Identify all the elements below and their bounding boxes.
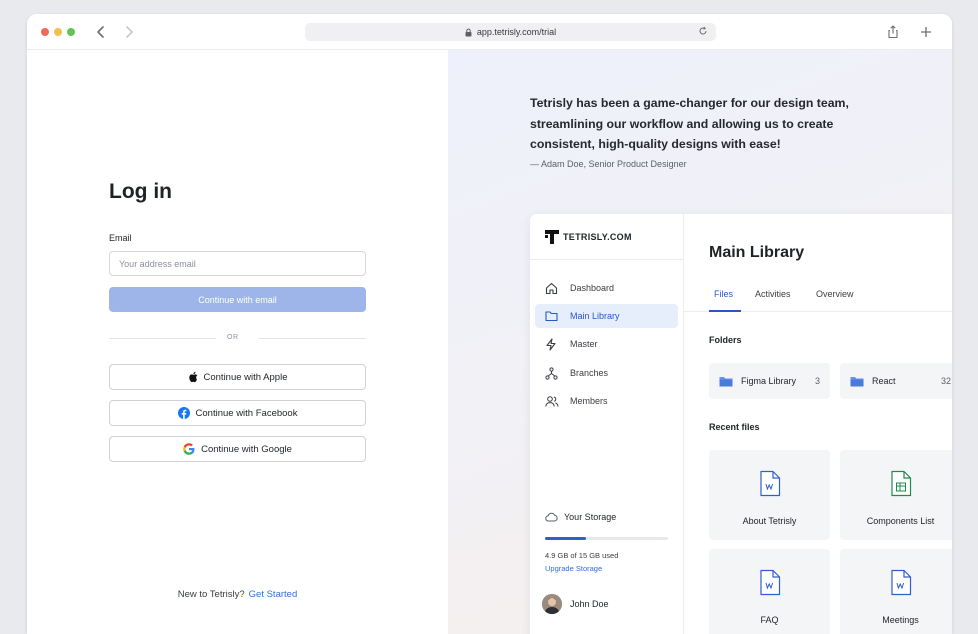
- folder-card[interactable]: Figma Library 3: [709, 363, 830, 399]
- file-card[interactable]: Meetings: [840, 549, 952, 634]
- email-label: Email: [109, 233, 132, 243]
- sidebar-item-main-library[interactable]: Main Library: [535, 304, 678, 328]
- back-button[interactable]: [93, 23, 109, 41]
- sidebar-item-label: Main Library: [570, 311, 620, 321]
- testimonial-quote: Tetrisly has been a game-changer for our…: [530, 96, 849, 151]
- minimize-window-button[interactable]: [54, 28, 62, 36]
- branches-icon: [545, 366, 561, 380]
- brand-logo: TETRISLY.COM: [545, 230, 632, 244]
- sidebar-item-label: Branches: [570, 368, 609, 378]
- forward-button[interactable]: [121, 23, 137, 41]
- page-title: Log in: [109, 180, 172, 203]
- folder-card[interactable]: React 32: [840, 363, 952, 399]
- get-started-link[interactable]: Get Started: [249, 589, 298, 600]
- email-field[interactable]: [109, 251, 366, 276]
- file-name: Meetings: [882, 615, 919, 625]
- sidebar-item-label: Members: [570, 396, 608, 406]
- close-window-button[interactable]: [41, 28, 49, 36]
- preview-sidebar: TETRISLY.COM Dashboard Main Library Mast…: [530, 214, 684, 634]
- storage-title: Your Storage: [545, 512, 616, 522]
- sidebar-item-branches[interactable]: Branches: [535, 361, 678, 385]
- file-card[interactable]: About Tetrisly: [709, 450, 830, 540]
- reload-icon[interactable]: [698, 26, 708, 36]
- members-icon: [545, 395, 561, 408]
- login-panel: Log in Email Continue with email OR Cont…: [27, 50, 448, 634]
- file-name: Components List: [866, 516, 935, 526]
- browser-toolbar: app.tetrisly.com/trial: [27, 14, 952, 50]
- library-title: Main Library: [709, 244, 805, 261]
- document-word-icon: [759, 470, 781, 497]
- avatar: [542, 594, 562, 614]
- sidebar-item-label: Master: [570, 339, 598, 349]
- upgrade-storage-link[interactable]: Upgrade Storage: [545, 564, 602, 573]
- apple-icon: [188, 371, 198, 383]
- tetrisly-logo-icon: [545, 230, 559, 244]
- file-card[interactable]: FAQ: [709, 549, 830, 634]
- testimonial-author: — Adam Doe, Senior Product Designer: [530, 159, 687, 169]
- cloud-icon: [545, 512, 558, 522]
- facebook-icon: [177, 407, 190, 419]
- folder-name: Figma Library: [741, 376, 797, 386]
- tab-activities[interactable]: Activities: [755, 289, 791, 299]
- brand-name: TETRISLY.COM: [563, 232, 632, 242]
- plus-icon: [921, 27, 931, 37]
- tab-files[interactable]: Files: [714, 289, 733, 299]
- app-preview: TETRISLY.COM Dashboard Main Library Mast…: [530, 214, 952, 634]
- divider: [109, 338, 216, 339]
- folder-icon: [545, 310, 561, 322]
- storage-progress-bar: [545, 537, 668, 540]
- continue-with-facebook-label: Continue with Facebook: [195, 407, 298, 419]
- share-button[interactable]: [884, 23, 902, 41]
- new-user-text: New to Tetrisly?: [177, 589, 245, 600]
- file-name: FAQ: [760, 615, 779, 625]
- tab-overview[interactable]: Overview: [816, 289, 854, 299]
- testimonial-panel: Tetrisly has been a game-changer for our…: [448, 50, 952, 634]
- lock-icon: [465, 28, 472, 37]
- folders-heading: Folders: [709, 335, 742, 345]
- folder-icon: [850, 376, 864, 387]
- document-word-icon: [890, 569, 912, 596]
- file-card[interactable]: Components List: [840, 450, 952, 540]
- sidebar-item-label: Dashboard: [570, 283, 615, 293]
- storage-progress-fill: [545, 537, 586, 540]
- url-text: app.tetrisly.com/trial: [476, 27, 557, 37]
- folder-icon: [719, 376, 733, 387]
- storage-used-text: 4.9 GB of 15 GB used: [545, 551, 619, 560]
- bolt-icon: [545, 337, 561, 351]
- divider: [259, 338, 366, 339]
- divider: [530, 259, 684, 260]
- continue-with-apple-button[interactable]: Continue with Apple: [109, 364, 366, 390]
- continue-with-facebook-button[interactable]: Continue with Facebook: [109, 400, 366, 426]
- file-name: About Tetrisly: [742, 516, 797, 526]
- active-tab-indicator: [709, 310, 741, 312]
- browser-window: app.tetrisly.com/trial Log in Email Cont…: [27, 14, 952, 634]
- continue-with-email-button[interactable]: Continue with email: [109, 287, 366, 312]
- continue-with-google-button[interactable]: Continue with Google: [109, 436, 366, 462]
- maximize-window-button[interactable]: [67, 28, 75, 36]
- google-icon: [183, 443, 195, 455]
- user-name: John Doe: [570, 599, 609, 609]
- document-word-icon: [759, 569, 781, 596]
- home-icon: [545, 282, 561, 295]
- chevron-right-icon: [126, 26, 133, 38]
- share-icon: [888, 25, 898, 39]
- folder-count: 3: [814, 376, 820, 386]
- continue-with-google-label: Continue with Google: [201, 443, 292, 455]
- sidebar-item-members[interactable]: Members: [535, 389, 678, 413]
- signup-prompt: New to Tetrisly? Get Started: [27, 589, 448, 600]
- recent-files-heading: Recent files: [709, 422, 760, 432]
- chevron-left-icon: [97, 26, 104, 38]
- continue-with-apple-label: Continue with Apple: [203, 371, 288, 383]
- spreadsheet-icon: [890, 470, 912, 497]
- preview-main: Main Library Files Activities Overview F…: [684, 214, 952, 634]
- storage-title-label: Your Storage: [564, 512, 617, 522]
- or-separator: OR: [227, 334, 239, 341]
- sidebar-item-dashboard[interactable]: Dashboard: [535, 276, 678, 300]
- sidebar-item-master[interactable]: Master: [535, 332, 678, 356]
- address-bar[interactable]: app.tetrisly.com/trial: [305, 23, 716, 41]
- folder-name: React: [872, 376, 896, 386]
- folder-count: 32: [940, 376, 951, 386]
- new-tab-button[interactable]: [917, 23, 935, 41]
- user-profile[interactable]: John Doe: [542, 594, 609, 614]
